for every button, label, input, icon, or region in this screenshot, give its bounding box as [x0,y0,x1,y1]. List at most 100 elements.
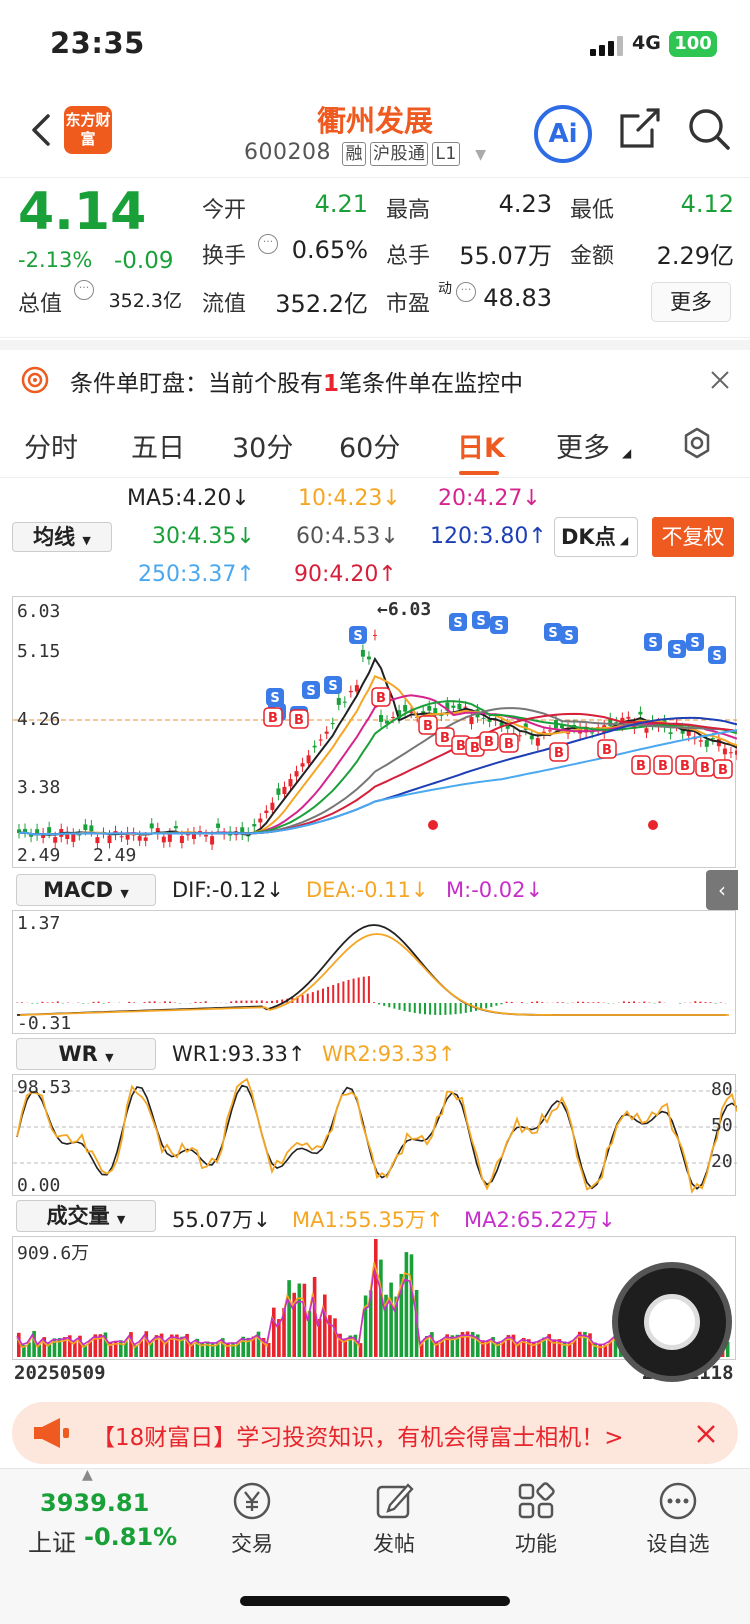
kline-candle [306,755,311,764]
more-button[interactable]: 更多 [651,282,731,322]
wr-selector[interactable]: WR ▼ [16,1038,156,1070]
sell-signal-label: S [306,684,315,699]
macd-chart[interactable]: 1.37 -0.31 [12,910,736,1034]
kline-chart[interactable]: SSSSSSSSSSSSSSSBBBBBBBBBBBBBBBB 6.03 5.1… [12,596,737,868]
buy-signal-label: B [602,743,612,758]
kline-candle [47,827,52,833]
alert-text: 条件单盯盘：当前个股有1笔条件单在监控中 [70,371,524,397]
grid-icon [518,1482,555,1519]
macd-top-label: 1.37 [17,913,61,934]
index-change: -0.81% [84,1523,178,1551]
amount-label: 金额 [570,244,615,269]
volume-bar [119,1340,123,1357]
sell-signal-label: S [690,636,699,651]
kline-candle [342,701,347,703]
kline-candle [83,824,88,830]
info-icon[interactable]: ··· [456,282,476,302]
tab-60min[interactable]: 60分 [339,426,400,465]
volume-selector[interactable]: 成交量 ▼ [16,1200,156,1232]
up-arrow-icon: ▲ [82,1467,93,1483]
index-value: 3939.81 [40,1489,150,1517]
sell-signal-label: S [712,649,721,664]
ma-selector[interactable]: 均线 ▼ [12,522,112,552]
stock-header: 东方财富 衢州发展 600208 融沪股通 L1 ▼ Ai [0,92,750,178]
volume-bar [297,1283,302,1357]
gear-icon[interactable] [680,426,714,460]
pe-label: 市盈 [386,292,431,317]
kline-candle [173,826,178,829]
open-label: 今开 [202,198,247,223]
kline-candle [626,716,631,719]
kline-candle [379,715,383,722]
caret-down-icon[interactable]: ▼ [475,147,486,163]
buy-signal-label: B [423,719,433,734]
kline-candle [282,786,287,794]
kline-candle [53,837,58,843]
tab-30min[interactable]: 30分 [232,426,293,465]
ai-button[interactable]: Ai [534,105,592,163]
quote-panel: 4.14 -2.13% -0.09 今开 4.21 最高 4.23 最低 4.1… [0,180,750,338]
kline-candle [698,740,703,742]
volume-bar [409,1254,414,1357]
kline-candle [210,836,215,845]
wr-chart[interactable]: 98.53 0.00 80 50 20 [12,1074,737,1196]
current-price: 4.14 [18,182,147,242]
add-watchlist-button[interactable]: 设自选 [618,1479,738,1558]
kline-candle [547,730,552,732]
info-icon[interactable]: ··· [74,280,94,300]
kline-candle [348,690,353,693]
change-percent: -2.13% [18,248,93,272]
post-button[interactable]: 发帖 [334,1479,454,1558]
tab-more[interactable]: 更多 [556,426,610,465]
wr2-line [16,1077,737,1195]
volume-bar [593,1342,597,1357]
info-icon[interactable]: ··· [258,234,278,254]
kline-candle [614,722,619,724]
macd-selector[interactable]: MACD ▼ [16,874,156,906]
stock-code-row: 600208 融沪股通 L1 ▼ [244,140,487,166]
caret-icon: ◢ [622,446,632,460]
tab-daily-k[interactable]: 日K [457,426,505,465]
ma10-value: 10:4.23↓ [298,486,401,511]
kline-candle [312,745,317,748]
ma20-value: 20:4.27↓ [438,486,541,511]
dk-point-selector[interactable]: DK点 ◢ [554,517,638,557]
sell-signal-label: S [548,626,557,641]
sell-signal-label: S [328,679,337,694]
tab-intraday[interactable]: 分时 [24,426,78,465]
macd-dea: DEA:-0.11↓ [306,878,429,902]
condition-alert[interactable]: 条件单盯盘：当前个股有1笔条件单在监控中 [0,350,750,410]
function-label: 功能 [515,1532,557,1556]
promo-banner[interactable]: 【18财富日】学习投资知识，有机会得富士相机！> [12,1402,738,1464]
kline-candle [644,728,649,733]
pe-value: 48.83 [483,284,552,312]
divider [0,340,750,350]
buy-signal-label: B [680,759,690,774]
kline-candle [638,711,643,715]
index-widget[interactable]: ▲ 3939.81 上证 -0.81% [14,1467,184,1569]
close-icon[interactable] [710,370,730,390]
volume-ma1: MA1:55.35万↑ [292,1208,444,1232]
kline-candle [728,752,733,754]
volume-bar [333,1318,337,1357]
close-icon[interactable] [696,1424,716,1444]
period-tabs: 分时 五日 30分 60分 日K 更多 ◢ [0,410,750,478]
kline-candle [391,717,396,719]
wr2-value: WR2:93.33↑ [322,1042,456,1066]
kline-candle [276,788,281,795]
low-label: 最低 [570,198,615,223]
kline-candle [179,836,184,844]
wr1-value: WR1:93.33↑ [172,1042,306,1066]
function-button[interactable]: 功能 [476,1479,596,1558]
no-adjust-button[interactable]: 不复权 [652,517,734,557]
tag-margin: 融 [342,142,366,166]
share-icon[interactable] [618,106,662,150]
banner-text: 【18财富日】学习投资知识，有机会得富士相机！> [92,1425,624,1451]
floating-ball-button[interactable] [612,1262,732,1382]
sell-signal-label: S [672,643,681,658]
buy-signal-label: B [636,759,646,774]
trade-button[interactable]: 交易 [192,1479,312,1558]
collapse-button[interactable]: ‹ [706,870,738,910]
tab-5day[interactable]: 五日 [131,426,185,465]
search-icon[interactable] [686,106,732,152]
